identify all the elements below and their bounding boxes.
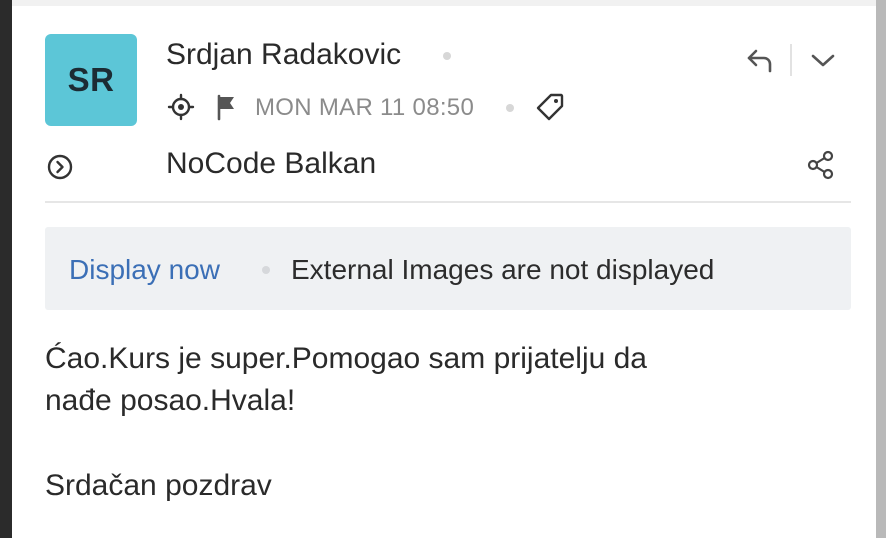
message-signoff: Srdačan pozdrav: [45, 469, 272, 502]
tag-icon[interactable]: [532, 90, 568, 124]
display-now-link[interactable]: Display now: [69, 254, 220, 286]
reply-icon[interactable]: [740, 42, 780, 78]
body-line: Ćao.Kurs je super.Pomogao sam prijatelju…: [45, 342, 647, 375]
avatar-initials: SR: [67, 61, 115, 98]
target-icon[interactable]: [166, 92, 196, 122]
external-images-notice: Display now External Images are not disp…: [45, 227, 851, 310]
header-separator: [790, 44, 792, 76]
avatar[interactable]: SR: [45, 34, 137, 126]
top-strip: [12, 0, 876, 6]
window-edge-left: [0, 0, 12, 538]
share-icon[interactable]: [804, 148, 838, 182]
account-name: NoCode Balkan: [166, 147, 377, 180]
header-divider: [45, 201, 851, 203]
sender-name[interactable]: Srdjan Radakovic: [166, 38, 401, 72]
separator-dot: [262, 266, 270, 274]
expand-circle-icon[interactable]: [45, 152, 75, 182]
window-edge-right: [876, 0, 886, 538]
separator-dot: [506, 104, 514, 112]
separator-dot: [443, 52, 451, 60]
notice-message: External Images are not displayed: [291, 254, 715, 285]
message-body: Ćao.Kurs je super.Pomogao sam prijatelju…: [45, 338, 845, 422]
chevron-down-icon[interactable]: [806, 44, 840, 76]
flag-icon[interactable]: [212, 92, 240, 122]
body-line: nađe posao.Hvala!: [45, 384, 296, 417]
message-date: MON MAR 11 08:50: [255, 94, 475, 121]
